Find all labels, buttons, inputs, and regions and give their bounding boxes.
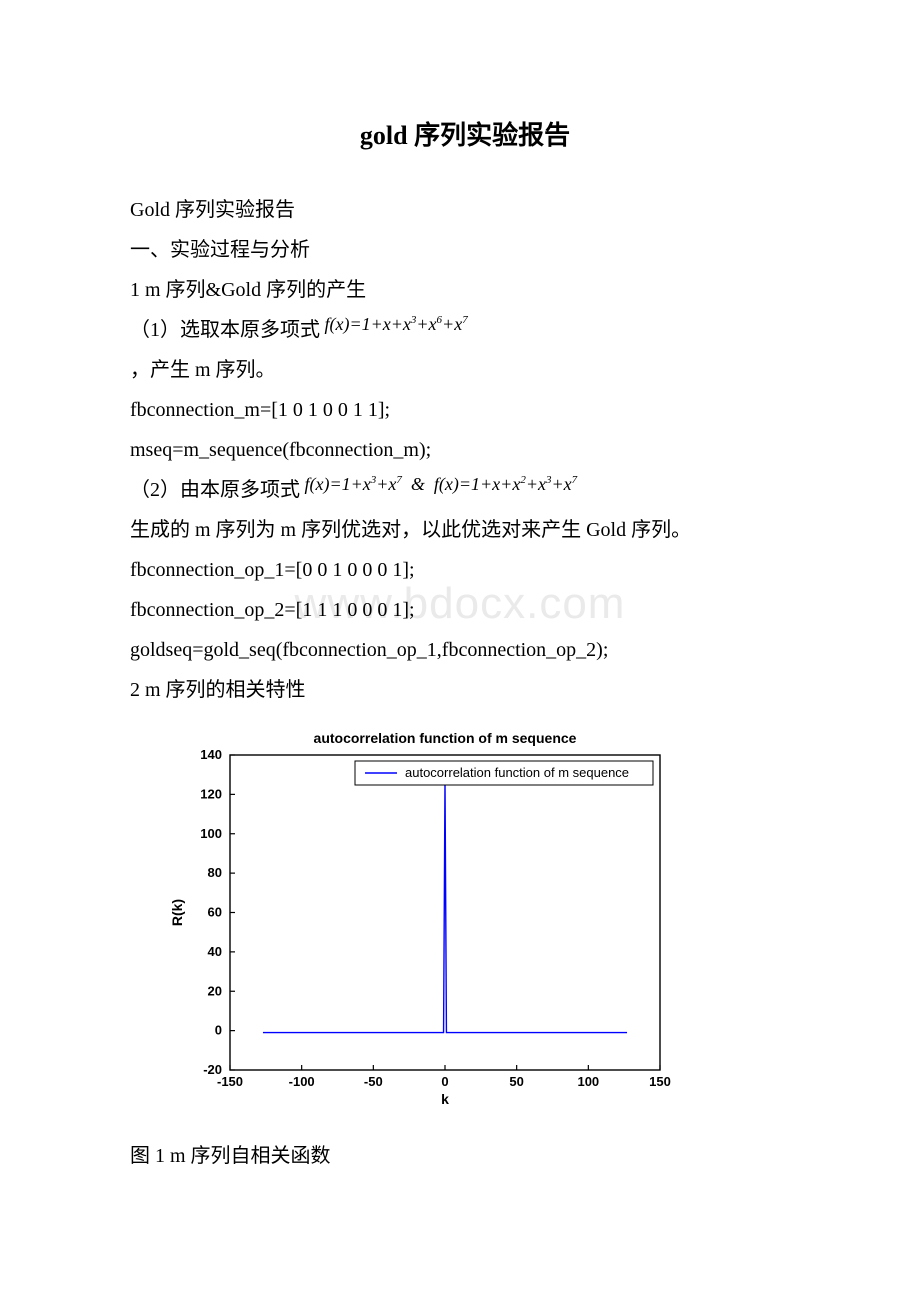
autocorrelation-chart: -150-100-50050100150-2002040608010012014… (160, 720, 680, 1120)
svg-text:100: 100 (577, 1074, 599, 1089)
svg-text:150: 150 (649, 1074, 671, 1089)
svg-text:0: 0 (215, 1023, 222, 1038)
paragraph: 生成的 m 序列为 m 序列优选对，以此优选对来产生 Gold 序列。 (130, 510, 800, 550)
svg-text:20: 20 (208, 983, 222, 998)
formula: f(x)=1+x+x3+x6+x7 (320, 314, 468, 334)
svg-text:140: 140 (200, 747, 222, 762)
document-content: gold 序列实验报告 Gold 序列实验报告 一、实验过程与分析 1 m 序列… (130, 110, 800, 1176)
svg-text:100: 100 (200, 826, 222, 841)
svg-text:60: 60 (208, 905, 222, 920)
svg-text:R(k): R(k) (169, 899, 185, 926)
svg-text:-20: -20 (203, 1062, 222, 1077)
svg-text:0: 0 (441, 1074, 448, 1089)
subsection: 2 m 序列的相关特性 (130, 670, 800, 710)
code-line: fbconnection_op_1=[0 0 1 0 0 0 1]; (130, 550, 800, 590)
paragraph: ，产生 m 序列。 (130, 350, 800, 390)
svg-text:-50: -50 (364, 1074, 383, 1089)
svg-text:autocorrelation function of m: autocorrelation function of m sequence (314, 730, 577, 746)
formula: f(x)=1+x3+x7 & f(x)=1+x+x2+x3+x7 (300, 474, 577, 494)
subsection: 1 m 序列&Gold 序列的产生 (130, 270, 800, 310)
paragraph: （1）选取本原多项式 f(x)=1+x+x3+x6+x7 (130, 310, 800, 350)
paragraph: Gold 序列实验报告 (130, 190, 800, 230)
chart-figure: -150-100-50050100150-2002040608010012014… (160, 720, 800, 1120)
svg-text:autocorrelation function of m: autocorrelation function of m sequence (405, 765, 629, 780)
text: （1）选取本原多项式 (130, 319, 320, 341)
figure-caption: 图 1 m 序列自相关函数 (130, 1136, 800, 1176)
svg-text:80: 80 (208, 865, 222, 880)
paragraph: （2）由本原多项式 f(x)=1+x3+x7 & f(x)=1+x+x2+x3+… (130, 470, 800, 510)
svg-text:50: 50 (509, 1074, 523, 1089)
code-line: mseq=m_sequence(fbconnection_m); (130, 430, 800, 470)
code-line: fbconnection_m=[1 0 1 0 0 1 1]; (130, 390, 800, 430)
svg-text:k: k (441, 1091, 449, 1107)
svg-text:40: 40 (208, 944, 222, 959)
document-title: gold 序列实验报告 (130, 110, 800, 162)
code-line: goldseq=gold_seq(fbconnection_op_1,fbcon… (130, 630, 800, 670)
svg-text:-100: -100 (289, 1074, 315, 1089)
code-line: fbconnection_op_2=[1 1 1 0 0 0 1]; (130, 590, 800, 630)
text: （2）由本原多项式 (130, 479, 300, 501)
svg-text:120: 120 (200, 786, 222, 801)
section-heading: 一、实验过程与分析 (130, 230, 800, 270)
